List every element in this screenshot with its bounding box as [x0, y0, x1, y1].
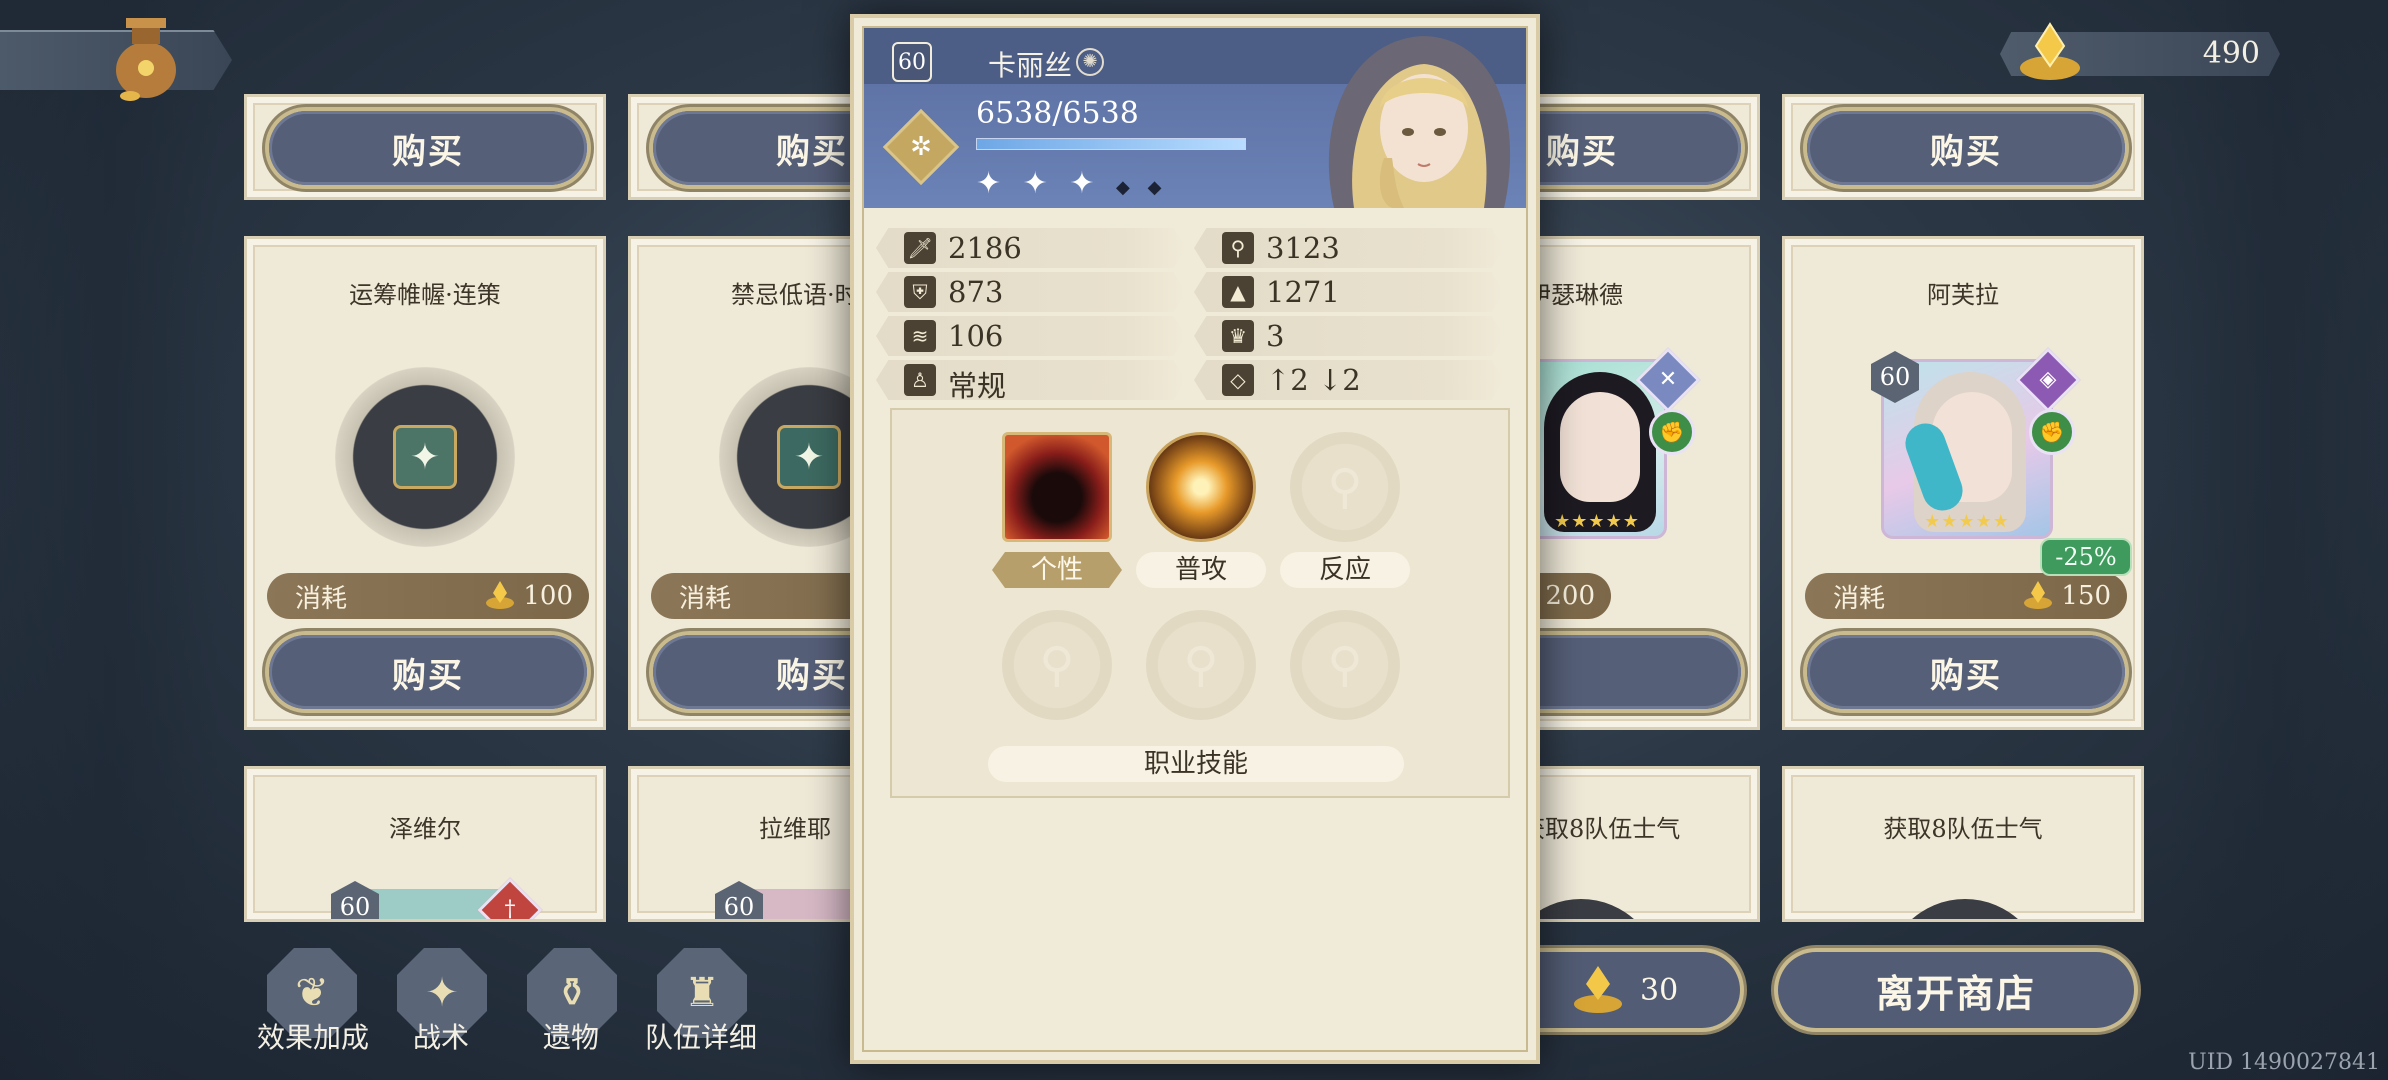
- buy-button[interactable]: 购买: [269, 111, 587, 185]
- boot-icon: ≋: [904, 320, 936, 352]
- cost-bar: 消耗 100: [267, 573, 589, 619]
- shop-card-hero[interactable]: 阿芙拉 ★★★★★ 60 ◈ ✊ 消耗 150 购买: [1782, 236, 2144, 730]
- bottom-label: 效果加成: [256, 1021, 369, 1054]
- stat-row-speed: ≋ 106: [876, 316, 1186, 356]
- skill-tag-personality[interactable]: 个性: [992, 552, 1122, 588]
- shop-card: 购买: [244, 94, 606, 200]
- card-title: 运筹帷幄·连策: [349, 281, 501, 309]
- stat-value: 873: [948, 275, 1004, 309]
- gold-icon: [486, 581, 515, 609]
- gold-icon: [2024, 581, 2053, 609]
- stat-row-magic-defense: ▲ 1271: [1194, 272, 1504, 312]
- fist-icon: ✊: [1649, 409, 1695, 455]
- card-title: 泽维尔: [389, 815, 461, 843]
- bag-icon[interactable]: [108, 10, 184, 102]
- job-skill-empty-icon[interactable]: ⚲: [1002, 610, 1112, 720]
- fist-icon: ✊: [2029, 409, 2075, 455]
- stat-row-range: ◇ ↑2 ↓2: [1194, 360, 1504, 400]
- sword-icon: 🗡: [904, 232, 936, 264]
- wizard-hat-icon: ▲: [1222, 276, 1254, 308]
- job-skills-label: 职业技能: [988, 746, 1404, 782]
- buy-button[interactable]: 购买: [269, 635, 587, 709]
- shop-card-tactic[interactable]: 运筹帷幄·连策 ✦ 消耗 100 购买: [244, 236, 606, 730]
- shop-card: 购买: [1782, 94, 2144, 200]
- bottom-label: 队伍详细: [644, 1021, 757, 1054]
- cost-bar: 消耗 150: [1805, 573, 2127, 619]
- stat-value: 1271: [1266, 275, 1340, 309]
- staff-icon: ⚲: [1222, 232, 1254, 264]
- buy-button[interactable]: 购买: [1807, 635, 2125, 709]
- cost-value: 200: [1545, 581, 1595, 611]
- personality-skill-icon[interactable]: [1002, 432, 1112, 542]
- character-name: 卡丽丝: [988, 49, 1073, 82]
- skill-panel: ⚲ 个性 普攻 反应 ⚲ ⚲ ⚲ 职业技能: [890, 408, 1510, 798]
- stat-row-magic-attack: ⚲ 3123: [1194, 228, 1504, 268]
- sword-class-icon: †: [477, 877, 543, 919]
- cost-label: 消耗: [295, 583, 348, 614]
- job-skill-empty-icon[interactable]: ⚲: [1146, 610, 1256, 720]
- level-badge: 60: [331, 881, 379, 919]
- leave-shop-button[interactable]: 离开商店: [1778, 952, 2134, 1028]
- cost-label: 消耗: [1833, 583, 1886, 614]
- stat-row-defense: ⛨ 873: [876, 272, 1186, 312]
- stat-value: 3: [1266, 319, 1285, 353]
- stat-row-stance: ♙ 常规: [876, 360, 1186, 400]
- bottom-label: 战术: [412, 1021, 469, 1054]
- stat-value: 3123: [1266, 231, 1340, 265]
- skill-tag-normal-attack[interactable]: 普攻: [1136, 552, 1266, 588]
- reaction-skill-empty-icon[interactable]: ⚲: [1290, 432, 1400, 542]
- star-rating: ★★★★★: [1924, 511, 2010, 532]
- normal-attack-skill-icon[interactable]: [1146, 432, 1256, 542]
- character-level: 60: [892, 42, 932, 82]
- gold-crystal-icon: [1574, 966, 1622, 1013]
- buy-button[interactable]: 购买: [1807, 111, 2125, 185]
- user-id: UID 1490027841: [2188, 1050, 2380, 1075]
- cost-value: 150: [2061, 581, 2111, 611]
- sparkle-icon: ✦: [777, 425, 841, 489]
- character-header: 60 卡丽丝 ✺ ✲ 6538/6538 ✦ ✦ ✦ ◆ ◆: [864, 28, 1526, 208]
- refresh-cost: 30: [1640, 972, 1679, 1008]
- role-icon: ✲: [882, 108, 960, 186]
- card-title: 获取8队伍士气: [1883, 815, 2043, 843]
- background-pillar: [2168, 0, 2388, 1080]
- star-rating: ★★★★★: [1554, 511, 1640, 532]
- stance-icon: ♙: [904, 364, 936, 396]
- shield-icon: ⛨: [904, 276, 936, 308]
- character-hp: 6538/6538: [976, 96, 1139, 131]
- character-portrait: [1328, 36, 1511, 208]
- element-icon: ✺: [1076, 48, 1104, 76]
- cost-value: 100: [523, 581, 573, 611]
- bottom-label: 遗物: [542, 1021, 599, 1054]
- book-icon: ✦: [393, 425, 457, 489]
- card-title: 阿芙拉: [1927, 281, 1999, 309]
- background-pillar: [0, 0, 220, 1080]
- level-badge: 60: [715, 881, 763, 919]
- job-skill-empty-icon[interactable]: ⚲: [1290, 610, 1400, 720]
- gold-crystal-icon: [2020, 22, 2080, 80]
- stat-value: 106: [948, 319, 1004, 353]
- stat-value: ↑2 ↓2: [1266, 363, 1361, 397]
- stat-row-count: ♛ 3: [1194, 316, 1504, 356]
- hat-icon: ♛: [1222, 320, 1254, 352]
- stat-row-attack: 🗡 2186: [876, 228, 1186, 268]
- shop-card-hero[interactable]: 泽维尔 60 †: [244, 766, 606, 922]
- stat-value: 常规: [948, 369, 1007, 403]
- gold-amount: 490: [2202, 36, 2260, 71]
- character-detail-popup: 60 卡丽丝 ✺ ✲ 6538/6538 ✦ ✦ ✦ ◆ ◆ 🗡 2186 ⛨ …: [850, 14, 1540, 1064]
- skill-tag-reaction[interactable]: 反应: [1280, 552, 1410, 588]
- skill-emblem: ✦: [335, 367, 515, 547]
- stat-value: 2186: [948, 231, 1022, 265]
- star-rank: ✦ ✦ ✦ ◆ ◆: [976, 166, 1168, 201]
- range-icon: ◇: [1222, 364, 1254, 396]
- discount-badge: -25%: [2040, 538, 2132, 576]
- card-title: 伊瑟琳德: [1527, 281, 1623, 309]
- card-title: 获取8队伍士气: [1521, 815, 1681, 843]
- shop-card-morale[interactable]: 获取8队伍士气: [1782, 766, 2144, 922]
- hp-bar: [976, 138, 1246, 150]
